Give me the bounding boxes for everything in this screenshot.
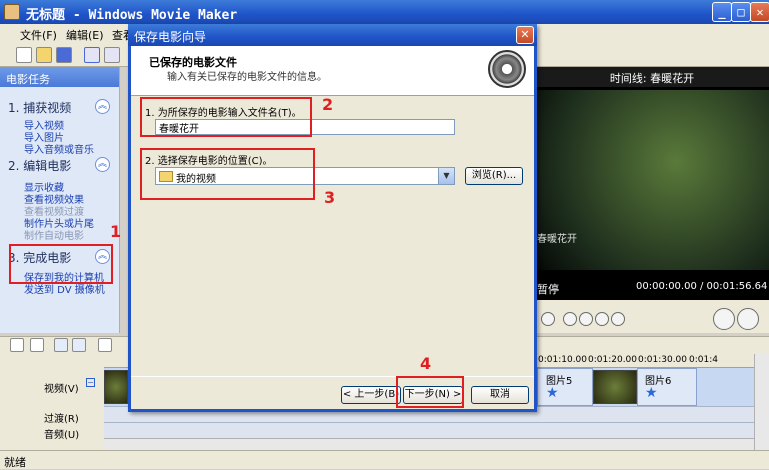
- undo-icon[interactable]: [84, 47, 100, 63]
- save-icon[interactable]: [56, 47, 72, 63]
- annotation-number-3: 3: [324, 188, 336, 207]
- audio-track: [104, 422, 754, 438]
- minimize-button[interactable]: _: [712, 2, 732, 22]
- ruler-tick: 0:01:20.00: [588, 355, 638, 365]
- menu-edit[interactable]: 编辑(E): [66, 27, 104, 43]
- collapse-icon[interactable]: ︽: [95, 157, 110, 172]
- vertical-scrollbar[interactable]: [754, 354, 769, 450]
- forward-icon[interactable]: [595, 312, 609, 326]
- storyboard-icon[interactable]: [10, 338, 24, 352]
- annotation-number-2: 2: [322, 95, 334, 114]
- playback-time: 00:00:00.00 / 00:01:56.64: [636, 281, 768, 292]
- task-link-automovie[interactable]: 制作自动电影: [24, 227, 84, 242]
- timeline-track-labels: 视频(V) − 过渡(R) 音频(U): [0, 354, 104, 450]
- annotation-number-4: 4: [420, 354, 432, 373]
- ruler-tick: 0:01:30.00: [638, 355, 688, 365]
- menu-file[interactable]: 文件(F): [20, 27, 57, 43]
- main-titlebar: 无标题 - Windows Movie Maker _ □ ✕: [0, 0, 769, 24]
- browse-button[interactable]: 浏览(R)...: [465, 167, 523, 185]
- cancel-button[interactable]: 取消: [471, 386, 529, 404]
- zoom-out-icon[interactable]: [72, 338, 86, 352]
- clip-thumbnail[interactable]: [593, 370, 637, 404]
- narrate-icon[interactable]: [30, 338, 44, 352]
- horizontal-scrollbar[interactable]: [104, 438, 754, 450]
- annotation-box-2: [140, 97, 312, 137]
- zoom-in-icon[interactable]: [54, 338, 68, 352]
- track-label-video: 视频(V): [44, 384, 79, 395]
- task-pane-header: 电影任务: [0, 67, 119, 87]
- film-reel-icon: [488, 50, 526, 88]
- playback-controls: [535, 300, 769, 333]
- chevron-down-icon[interactable]: ▼: [438, 168, 454, 184]
- dialog-header-subtitle: 输入有关已保存的电影文件的信息。: [167, 72, 327, 83]
- task-link-import-audio[interactable]: 导入音频或音乐: [24, 141, 94, 156]
- collapse-icon[interactable]: ︽: [95, 99, 110, 114]
- ruler-tick: 0:01:10.00: [538, 355, 588, 365]
- annotation-box-3: [140, 148, 315, 200]
- save-movie-wizard: 保存电影向导 ✕ 已保存的电影文件 输入有关已保存的电影文件的信息。 1. 为所…: [128, 24, 537, 412]
- new-icon[interactable]: [16, 47, 32, 63]
- close-button[interactable]: ✕: [750, 2, 769, 22]
- app-icon: [4, 4, 20, 20]
- dialog-divider: [131, 376, 534, 377]
- snapshot-icon[interactable]: [737, 308, 759, 330]
- rewind-timeline-icon[interactable]: [98, 338, 112, 352]
- dialog-title: 保存电影向导: [134, 30, 207, 44]
- annotation-box-1: [9, 244, 113, 284]
- dialog-titlebar: 保存电影向导 ✕: [128, 24, 537, 46]
- back-button[interactable]: < 上一步(B): [341, 386, 401, 404]
- playback-status: 暂停: [537, 283, 559, 296]
- star-icon: ★: [645, 385, 658, 401]
- status-bar: 就绪: [0, 450, 769, 469]
- preview-image: 春暖花开: [537, 90, 769, 270]
- ruler-tick: 0:01:4: [689, 355, 718, 365]
- track-label-audio: 音频(U): [44, 430, 80, 441]
- maximize-button[interactable]: □: [731, 2, 751, 22]
- clip-thumbnail[interactable]: [104, 370, 128, 404]
- split-icon[interactable]: [713, 308, 735, 330]
- rewind-icon[interactable]: [579, 312, 593, 326]
- open-icon[interactable]: [36, 47, 52, 63]
- prev-icon[interactable]: [563, 312, 577, 326]
- annotation-box-4: [396, 376, 464, 408]
- next-icon[interactable]: [611, 312, 625, 326]
- task-pane: 电影任务 1. 捕获视频 ︽ 导入视频 导入图片 导入音频或音乐 2. 编辑电影…: [0, 67, 120, 333]
- dialog-close-button[interactable]: ✕: [516, 26, 534, 44]
- section-edit-title: 2. 编辑电影: [8, 159, 72, 173]
- section-capture-title: 1. 捕获视频: [8, 101, 72, 115]
- redo-icon[interactable]: [104, 47, 120, 63]
- play-icon[interactable]: [541, 312, 555, 326]
- star-icon: ★: [546, 385, 559, 401]
- dialog-header: 已保存的电影文件 输入有关已保存的电影文件的信息。: [131, 46, 534, 96]
- annotation-number-1: 1: [110, 222, 122, 241]
- track-label-transition: 过渡(R): [44, 414, 79, 425]
- window-title: 无标题 - Windows Movie Maker: [26, 8, 238, 23]
- preview-title: 时间线: 春暖花开: [535, 67, 769, 87]
- preview-caption: 春暖花开: [537, 234, 577, 245]
- expand-icon[interactable]: −: [86, 378, 95, 387]
